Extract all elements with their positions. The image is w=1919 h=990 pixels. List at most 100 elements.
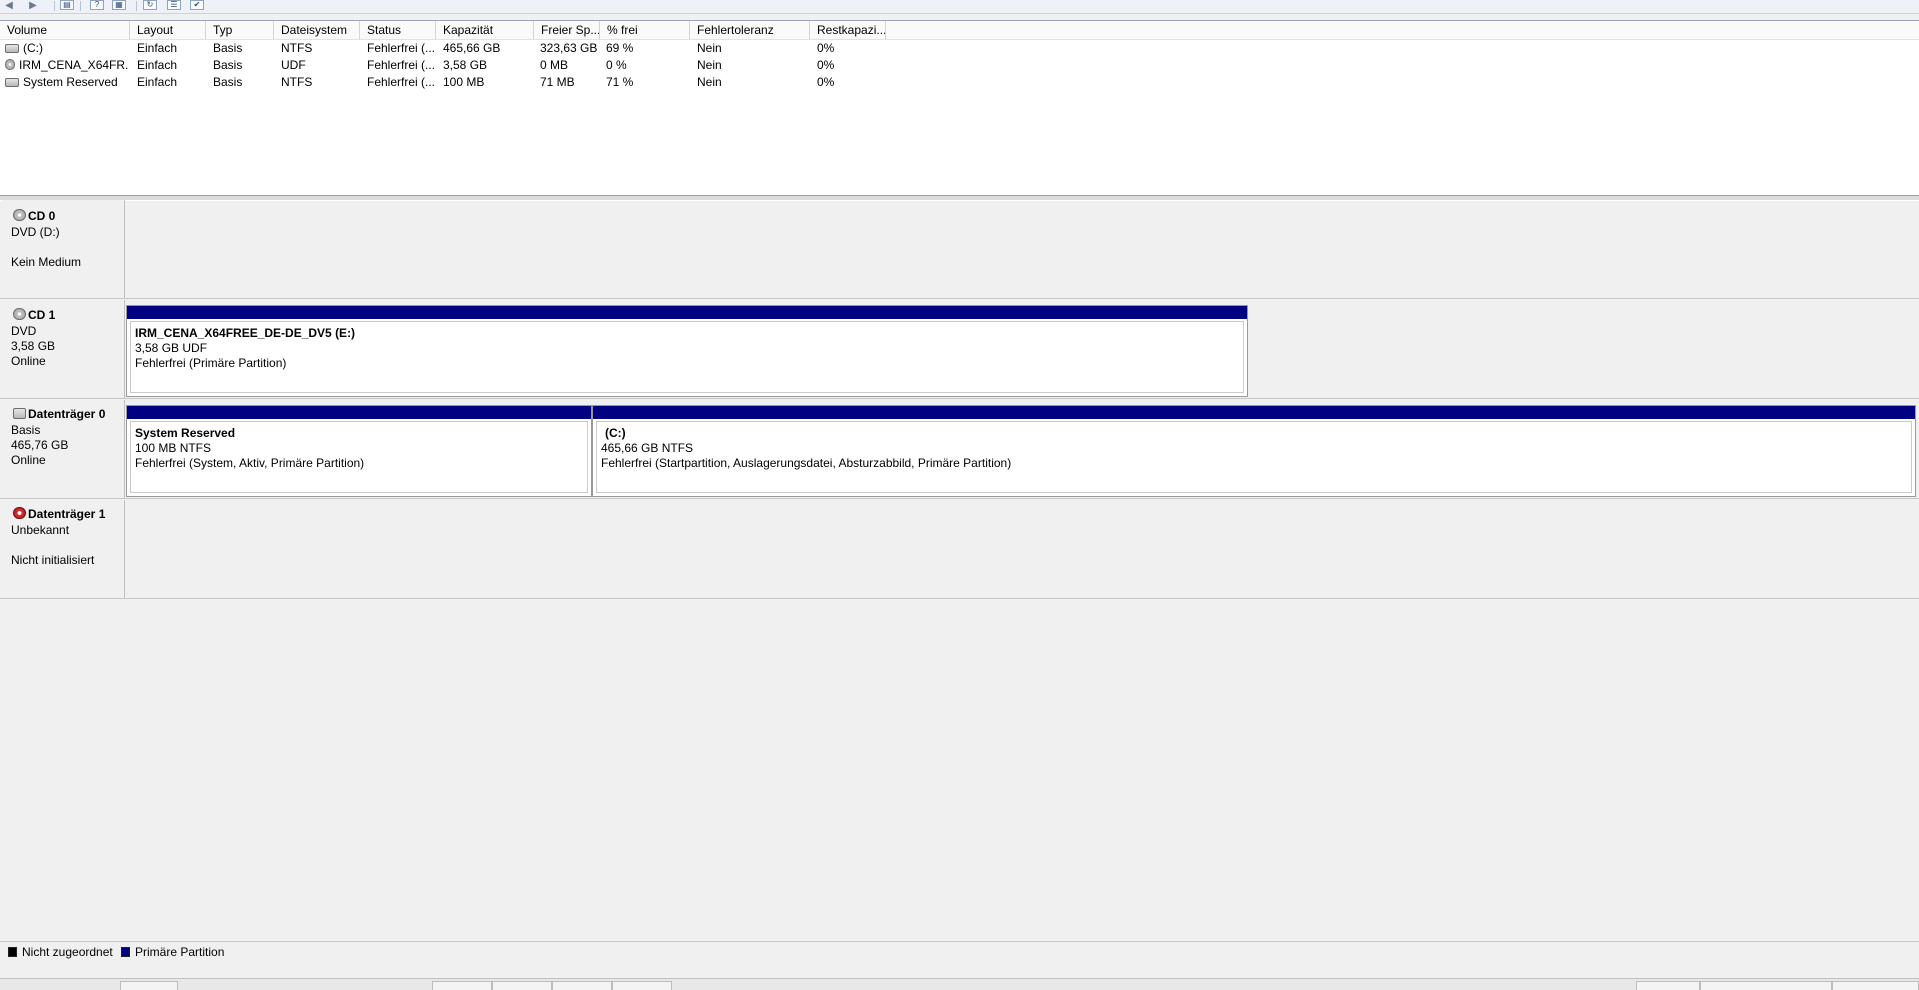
disk-type: Basis	[11, 423, 41, 437]
partition-content: (C:) 465,66 GB NTFS Fehlerfrei (Startpar…	[596, 421, 1912, 493]
kapazitaet-cell: 100 MB	[443, 75, 485, 89]
disk-row-datentraeger1: Datenträger 1 Unbekannt Nicht initialisi…	[0, 500, 1919, 599]
forward-arrow-icon[interactable]: ▶	[26, 0, 40, 11]
freier-speicher-cell: 0 MB	[540, 58, 569, 72]
cd-drive-icon	[13, 209, 26, 221]
disk-row-cd0: CD 0 DVD (D:) Kein Medium	[0, 200, 1919, 299]
fehlertoleranz-cell: Nein	[697, 58, 722, 72]
status-cell: Fehlerfrei (...	[367, 75, 436, 89]
disk-status: Kein Medium	[11, 255, 82, 269]
prozent-frei-cell: 71 %	[606, 75, 634, 89]
partition-title: IRM_CENA_X64FREE_DE-DE_DV5 (E:)	[135, 326, 356, 340]
disk-name-text: CD 0	[28, 209, 56, 223]
partition-title: (C:)	[605, 426, 626, 440]
disk-status: Nicht initialisiert	[11, 553, 95, 567]
restkapazitaet-cell: 0%	[817, 41, 835, 55]
legend-unallocated: Nicht zugeordnet	[22, 945, 113, 959]
volume-cell: (C:)	[5, 40, 129, 57]
table-row[interactable]: IRM_CENA_X64FR... Einfach Basis UDF Fehl…	[0, 57, 1919, 74]
disk-status: Online	[11, 354, 46, 368]
column-header-kapazitaet[interactable]: Kapazität	[436, 21, 534, 39]
row-divider	[0, 598, 1919, 599]
partition-e[interactable]: IRM_CENA_X64FREE_DE-DE_DV5 (E:) 3,58 GB …	[126, 305, 1248, 397]
partition-c[interactable]: (C:) 465,66 GB NTFS Fehlerfrei (Startpar…	[592, 405, 1916, 497]
volume-name: System Reserved	[23, 75, 118, 89]
disk-label-datentraeger0[interactable]: Datenträger 0 Basis 465,76 GB Online	[2, 400, 125, 498]
disk-status: Online	[11, 453, 46, 467]
typ-cell: Basis	[213, 41, 243, 55]
status-cell: Fehlerfrei (...	[367, 58, 436, 72]
table-row[interactable]: (C:) Einfach Basis NTFS Fehlerfrei (... …	[0, 40, 1919, 57]
refresh-icon[interactable]: ↻	[143, 0, 157, 10]
partition-status: Fehlerfrei (System, Aktiv, Primäre Parti…	[135, 456, 365, 470]
disk-size: 3,58 GB	[11, 339, 56, 353]
disk-row-datentraeger0: Datenträger 0 Basis 465,76 GB Online Sys…	[0, 400, 1919, 499]
show-hide-icon[interactable]: ▦	[112, 0, 126, 10]
partition-status: Fehlerfrei (Primäre Partition)	[135, 356, 287, 370]
column-header-freier-speicher[interactable]: Freier Sp...	[534, 21, 600, 39]
cd-drive-icon	[13, 308, 26, 320]
partition-system-reserved[interactable]: System Reserved 100 MB NTFS Fehlerfrei (…	[126, 405, 592, 497]
column-header-status[interactable]: Status	[360, 21, 436, 39]
disk-name: CD 1	[13, 308, 55, 322]
typ-cell: Basis	[213, 58, 243, 72]
disk-label-cd1[interactable]: CD 1 DVD 3,58 GB Online	[2, 300, 125, 398]
table-row[interactable]: System Reserved Einfach Basis NTFS Fehle…	[0, 74, 1919, 91]
disk-warning-icon	[13, 507, 26, 519]
export-list-icon[interactable]: ✔	[190, 0, 204, 10]
disk-type: DVD (D:)	[11, 225, 60, 239]
hard-disk-icon	[13, 408, 26, 419]
hard-disk-icon	[5, 44, 19, 53]
properties-icon[interactable]: ☰	[167, 0, 181, 10]
volume-list[interactable]: Volume Layout Typ Dateisystem Status Kap…	[0, 20, 1919, 196]
partition-status: Fehlerfrei (Startpartition, Auslagerungs…	[601, 456, 1012, 470]
help-icon[interactable]: ?	[90, 0, 104, 10]
restkapazitaet-cell: 0%	[817, 75, 835, 89]
partition-content: System Reserved 100 MB NTFS Fehlerfrei (…	[130, 421, 588, 493]
cd-drive-icon	[5, 59, 15, 70]
toolbar-separator	[80, 1, 81, 11]
status-cell: Fehlerfrei (...	[367, 41, 436, 55]
column-header-dateisystem[interactable]: Dateisystem	[274, 21, 360, 39]
disk-name-text: CD 1	[28, 308, 56, 322]
layout-cell: Einfach	[137, 58, 178, 72]
restkapazitaet-cell: 0%	[817, 58, 835, 72]
layout-cell: Einfach	[137, 41, 178, 55]
disk-name: Datenträger 0	[13, 407, 105, 421]
partition-title: System Reserved	[135, 426, 236, 440]
column-header-restkapazitaet[interactable]: Restkapazi...	[810, 21, 886, 39]
back-arrow-icon[interactable]: ◀	[2, 0, 16, 11]
freier-speicher-cell: 71 MB	[540, 75, 575, 89]
volume-cell: IRM_CENA_X64FR...	[5, 57, 129, 74]
partition-size: 3,58 GB UDF	[135, 341, 208, 355]
volume-list-header: Volume Layout Typ Dateisystem Status Kap…	[0, 21, 1919, 40]
disk-label-datentraeger1[interactable]: Datenträger 1 Unbekannt Nicht initialisi…	[2, 500, 125, 598]
column-header-prozent-frei[interactable]: % frei	[600, 21, 690, 39]
volume-cell: System Reserved	[5, 74, 129, 91]
primary-partition-bar	[593, 406, 1915, 419]
kapazitaet-cell: 3,58 GB	[443, 58, 488, 72]
prozent-frei-cell: 0 %	[606, 58, 627, 72]
disk-row-cd1: CD 1 DVD 3,58 GB Online IRM_CENA_X64FREE…	[0, 300, 1919, 399]
primary-partition-bar	[127, 406, 591, 419]
column-header-fehlertoleranz[interactable]: Fehlertoleranz	[690, 21, 810, 39]
disk-type: Unbekannt	[11, 523, 70, 537]
partition-size: 465,66 GB NTFS	[601, 441, 694, 455]
typ-cell: Basis	[213, 75, 243, 89]
unallocated-swatch	[8, 947, 17, 957]
kapazitaet-cell: 465,66 GB	[443, 41, 501, 55]
column-header-layout[interactable]: Layout	[130, 21, 206, 39]
column-header-volume[interactable]: Volume	[0, 21, 130, 39]
disk-name-text: Datenträger 0	[28, 407, 106, 421]
row-divider	[0, 498, 1919, 499]
dateisystem-cell: UDF	[281, 58, 306, 72]
partition-size: 100 MB NTFS	[135, 441, 212, 455]
console-tree-icon[interactable]: ▤	[60, 0, 74, 10]
partition-content: IRM_CENA_X64FREE_DE-DE_DV5 (E:) 3,58 GB …	[130, 321, 1244, 393]
legend: Nicht zugeordnet Primäre Partition	[0, 941, 1919, 961]
hard-disk-icon	[5, 78, 19, 87]
column-header-typ[interactable]: Typ	[206, 21, 274, 39]
volume-name: (C:)	[23, 41, 43, 55]
toolbar-separator	[54, 1, 55, 11]
disk-label-cd0[interactable]: CD 0 DVD (D:) Kein Medium	[2, 200, 125, 298]
